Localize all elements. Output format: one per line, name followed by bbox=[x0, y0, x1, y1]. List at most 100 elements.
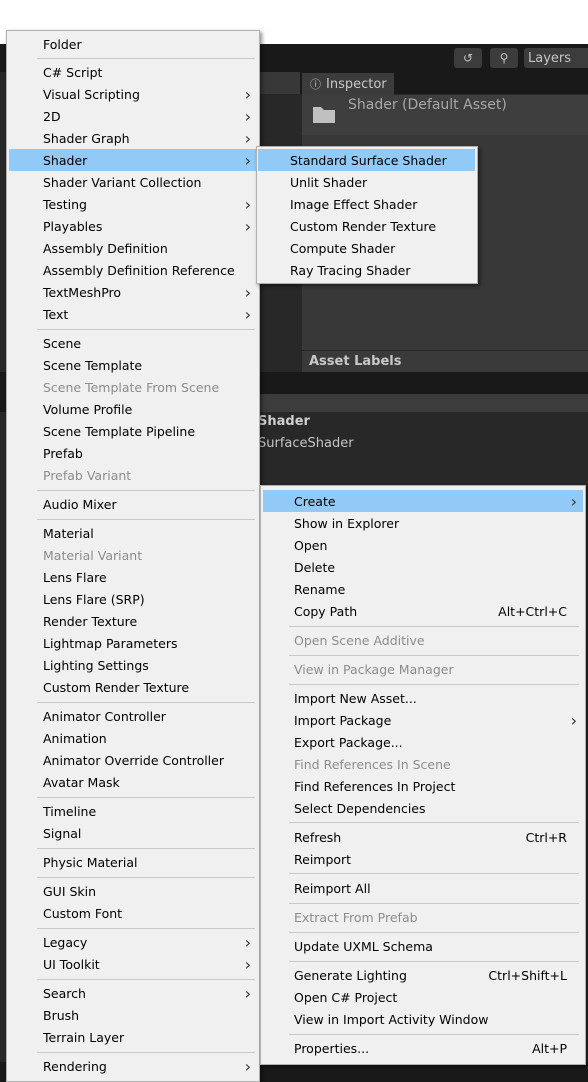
menu-item-label: Lens Flare (SRP) bbox=[43, 591, 145, 607]
search-button[interactable]: ⚲ bbox=[490, 48, 518, 68]
create-item-animation[interactable]: Animation bbox=[9, 727, 257, 749]
create-item-animator-controller[interactable]: Animator Controller bbox=[9, 705, 257, 727]
create-item-avatar-mask[interactable]: Avatar Mask bbox=[9, 771, 257, 793]
create-item-lens-flare-srp[interactable]: Lens Flare (SRP) bbox=[9, 588, 257, 610]
create-item-timeline[interactable]: Timeline bbox=[9, 800, 257, 822]
create-item-material[interactable]: Material bbox=[9, 522, 257, 544]
context-item-rename[interactable]: Rename bbox=[263, 578, 583, 600]
project-toolbar bbox=[258, 394, 588, 412]
context-item-view-in-import-activity-window[interactable]: View in Import Activity Window bbox=[263, 1008, 583, 1030]
context-item-create[interactable]: Create › bbox=[263, 490, 583, 512]
create-item-lighting-settings[interactable]: Lighting Settings bbox=[9, 654, 257, 676]
create-item-folder[interactable]: Folder bbox=[9, 33, 257, 55]
menu-item-label: Scene Template bbox=[43, 357, 143, 373]
create-item-render-texture[interactable]: Render Texture bbox=[9, 610, 257, 632]
menu-item-label: Signal bbox=[43, 825, 82, 841]
create-item-scene-template-pipeline[interactable]: Scene Template Pipeline bbox=[9, 420, 257, 442]
create-item-playables[interactable]: Playables › bbox=[9, 215, 257, 237]
create-item-shader[interactable]: Shader › bbox=[9, 149, 257, 171]
layers-dropdown[interactable]: Layers bbox=[524, 48, 588, 68]
context-item-update-uxml-schema[interactable]: Update UXML Schema bbox=[263, 935, 583, 957]
create-item-search[interactable]: Search › bbox=[9, 982, 257, 1004]
shader-item-ray-tracing-shader[interactable]: Ray Tracing Shader bbox=[258, 259, 475, 281]
context-item-import-new-asset[interactable]: Import New Asset... bbox=[263, 687, 583, 709]
chevron-right-icon: › bbox=[244, 932, 251, 952]
menu-item-label: Unlit Shader bbox=[290, 174, 368, 190]
context-item-properties[interactable]: Properties... Alt+P bbox=[263, 1037, 583, 1059]
menu-item-label: Generate Lighting bbox=[294, 967, 407, 983]
context-item-copy-path[interactable]: Copy Path Alt+Ctrl+C bbox=[263, 600, 583, 622]
context-item-import-package[interactable]: Import Package › bbox=[263, 709, 583, 731]
create-item-volume-profile[interactable]: Volume Profile bbox=[9, 398, 257, 420]
context-item-reimport[interactable]: Reimport bbox=[263, 848, 583, 870]
shader-item-standard-surface-shader[interactable]: Standard Surface Shader bbox=[258, 149, 475, 171]
shader-item-image-effect-shader[interactable]: Image Effect Shader bbox=[258, 193, 475, 215]
create-item-lens-flare[interactable]: Lens Flare bbox=[9, 566, 257, 588]
menu-item-label: Find References In Project bbox=[294, 778, 456, 794]
project-asset-subtitle: SurfaceShader bbox=[258, 436, 354, 451]
menu-separator bbox=[289, 903, 579, 904]
create-item-visual-scripting[interactable]: Visual Scripting › bbox=[9, 83, 257, 105]
create-item-scene-template[interactable]: Scene Template bbox=[9, 354, 257, 376]
history-button[interactable]: ↺ bbox=[454, 48, 482, 68]
create-item-scene-template-from-scene: Scene Template From Scene bbox=[9, 376, 257, 398]
create-item-shader-variant-collection[interactable]: Shader Variant Collection bbox=[9, 171, 257, 193]
context-item-show-in-explorer[interactable]: Show in Explorer bbox=[263, 512, 583, 534]
create-item-rendering[interactable]: Rendering › bbox=[9, 1055, 257, 1077]
create-item-custom-font[interactable]: Custom Font bbox=[9, 902, 257, 924]
create-item-c-script[interactable]: C# Script bbox=[9, 61, 257, 83]
context-item-find-references-in-project[interactable]: Find References In Project bbox=[263, 775, 583, 797]
create-item-testing[interactable]: Testing › bbox=[9, 193, 257, 215]
menu-item-label: Find References In Scene bbox=[294, 756, 451, 772]
create-item-2d[interactable]: 2D › bbox=[9, 105, 257, 127]
shader-item-compute-shader[interactable]: Compute Shader bbox=[258, 237, 475, 259]
context-item-refresh[interactable]: Refresh Ctrl+R bbox=[263, 826, 583, 848]
context-item-generate-lighting[interactable]: Generate Lighting Ctrl+Shift+L bbox=[263, 964, 583, 986]
chevron-right-icon: › bbox=[244, 106, 251, 126]
menu-separator bbox=[37, 848, 255, 849]
create-item-signal[interactable]: Signal bbox=[9, 822, 257, 844]
create-item-ui-toolkit[interactable]: UI Toolkit › bbox=[9, 953, 257, 975]
menu-item-label: Testing bbox=[43, 196, 87, 212]
menu-item-label: View in Package Manager bbox=[294, 661, 454, 677]
context-item-open[interactable]: Open bbox=[263, 534, 583, 556]
menu-item-label: Create bbox=[294, 493, 336, 509]
create-item-audio-mixer[interactable]: Audio Mixer bbox=[9, 493, 257, 515]
chevron-right-icon: › bbox=[244, 84, 251, 104]
shader-item-custom-render-texture[interactable]: Custom Render Texture bbox=[258, 215, 475, 237]
context-item-open-c-project[interactable]: Open C# Project bbox=[263, 986, 583, 1008]
create-item-prefab[interactable]: Prefab bbox=[9, 442, 257, 464]
context-item-export-package[interactable]: Export Package... bbox=[263, 731, 583, 753]
menu-separator bbox=[37, 329, 255, 330]
create-item-brush[interactable]: Brush bbox=[9, 1004, 257, 1026]
create-item-lightmap-parameters[interactable]: Lightmap Parameters bbox=[9, 632, 257, 654]
menu-item-label: Scene bbox=[43, 335, 82, 351]
create-item-textmeshpro[interactable]: TextMeshPro › bbox=[9, 281, 257, 303]
create-item-assembly-definition[interactable]: Assembly Definition bbox=[9, 237, 257, 259]
shader-item-unlit-shader[interactable]: Unlit Shader bbox=[258, 171, 475, 193]
context-item-reimport-all[interactable]: Reimport All bbox=[263, 877, 583, 899]
menu-item-label: Custom Render Texture bbox=[43, 679, 190, 695]
menu-item-label: Assembly Definition bbox=[43, 240, 168, 256]
menu-item-label: Reimport All bbox=[294, 880, 371, 896]
create-item-text[interactable]: Text › bbox=[9, 303, 257, 325]
create-item-shader-graph[interactable]: Shader Graph › bbox=[9, 127, 257, 149]
context-item-select-dependencies[interactable]: Select Dependencies bbox=[263, 797, 583, 819]
create-item-legacy[interactable]: Legacy › bbox=[9, 931, 257, 953]
layers-label: Layers bbox=[528, 50, 572, 66]
create-item-custom-render-texture[interactable]: Custom Render Texture bbox=[9, 676, 257, 698]
menu-item-label: Update UXML Schema bbox=[294, 938, 433, 954]
chevron-right-icon: › bbox=[244, 304, 251, 324]
menu-separator bbox=[37, 519, 255, 520]
create-item-assembly-definition-reference[interactable]: Assembly Definition Reference bbox=[9, 259, 257, 281]
create-item-animator-override-controller[interactable]: Animator Override Controller bbox=[9, 749, 257, 771]
menu-item-label: Physic Material bbox=[43, 854, 138, 870]
menu-separator bbox=[37, 490, 255, 491]
context-item-delete[interactable]: Delete bbox=[263, 556, 583, 578]
tab-inspector[interactable]: ⓘ Inspector bbox=[302, 73, 394, 95]
create-item-terrain-layer[interactable]: Terrain Layer bbox=[9, 1026, 257, 1048]
create-item-scene[interactable]: Scene bbox=[9, 332, 257, 354]
asset-labels-header[interactable]: Asset Labels bbox=[302, 351, 588, 372]
create-item-gui-skin[interactable]: GUI Skin bbox=[9, 880, 257, 902]
create-item-physic-material[interactable]: Physic Material bbox=[9, 851, 257, 873]
